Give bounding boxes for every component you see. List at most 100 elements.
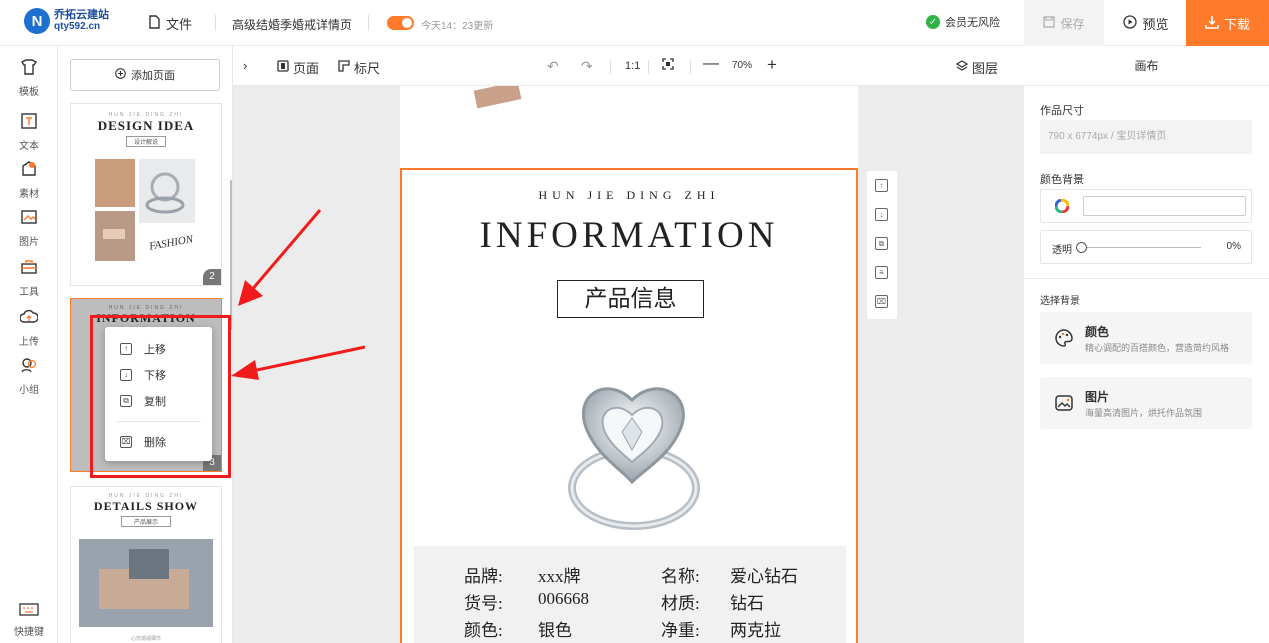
check-icon: ✓ xyxy=(926,15,940,29)
annotation-box xyxy=(90,315,231,478)
card-desc: 海量高清图片，烘托作品氛围 xyxy=(1085,408,1203,418)
thumb-subtitle: 产品展示 xyxy=(121,516,171,527)
template-icon xyxy=(0,58,58,81)
page-thumbnail-4[interactable]: HUN JIE DING ZHI DETAILS SHOW 产品展示 心形婚戒细… xyxy=(70,486,222,643)
rail-label: 小组 xyxy=(19,385,39,396)
bg-color-field[interactable] xyxy=(1040,189,1252,223)
rail-item-group[interactable]: 小组 xyxy=(0,356,58,396)
panel-title: 画布 xyxy=(1024,46,1269,86)
zoom-label: 70% xyxy=(732,60,753,71)
size-field[interactable]: 790 x 6774px / 宝贝详情页 xyxy=(1040,120,1252,154)
bg-color-card[interactable]: 颜色 精心调配的百搭颜色，营造简约风格 xyxy=(1040,312,1252,364)
add-page-button[interactable]: 添加页面 xyxy=(70,59,220,91)
redo-button[interactable]: ↷ xyxy=(581,58,593,75)
logo-name: 乔拓云建站 xyxy=(54,9,109,21)
insert-icon[interactable]: ≡ xyxy=(875,266,888,279)
info-value-sku: 006668 xyxy=(538,589,589,608)
page-side-tools: ↑ ↓ ⧉ ≡ ⌧ xyxy=(867,171,897,319)
autosave-toggle[interactable] xyxy=(387,16,414,30)
rail-label: 工具 xyxy=(19,287,39,298)
canvas-page-3[interactable]: HUN JIE DING ZHI INFORMATION 产品信息 品牌: xx… xyxy=(400,168,858,643)
file-label: 文件 xyxy=(166,17,193,32)
card-title: 图片 xyxy=(1085,390,1110,404)
rail-label: 模板 xyxy=(19,87,39,98)
opacity-slider-handle[interactable] xyxy=(1076,242,1087,253)
move-up-icon[interactable]: ↑ xyxy=(875,179,888,192)
opacity-label: 透明 xyxy=(1052,245,1072,256)
ruler-label: 标尺 xyxy=(354,61,381,76)
undo-button[interactable]: ↶ xyxy=(547,58,559,75)
opacity-slider-track[interactable] xyxy=(1081,247,1201,248)
info-key-brand: 品牌: xyxy=(464,567,503,586)
collapse-panel-button[interactable]: › xyxy=(243,58,247,73)
preview-label: 预览 xyxy=(1142,16,1169,32)
divider xyxy=(690,60,691,74)
canvas-page-2-bottom[interactable] xyxy=(400,81,858,168)
shortcut-label: 快捷键 xyxy=(14,627,44,638)
plus-icon: + xyxy=(767,55,777,74)
update-time: 今天14：23更新 xyxy=(421,21,494,32)
info-key-material: 材质: xyxy=(661,594,700,613)
divider xyxy=(215,15,216,31)
color-input[interactable] xyxy=(1083,196,1246,216)
annotation-arrows xyxy=(231,209,366,380)
rail-item-template[interactable]: 模板 xyxy=(0,58,58,98)
group-icon xyxy=(0,356,58,379)
delete-icon[interactable]: ⌧ xyxy=(875,295,888,308)
move-down-icon[interactable]: ↓ xyxy=(875,208,888,221)
rail-item-image[interactable]: 图片 xyxy=(0,208,58,248)
fit-screen-button[interactable] xyxy=(662,58,674,73)
layers-button[interactable]: 图层 xyxy=(955,58,998,77)
opacity-row: 透明 0% xyxy=(1040,230,1252,264)
save-icon xyxy=(1043,15,1056,31)
page-thumbnail-2[interactable]: HUN JIE DING ZHI DESIGN IDEA 设计解说 FASHIO… xyxy=(70,103,222,286)
add-page-label: 添加页面 xyxy=(131,70,175,82)
info-key-color: 颜色: xyxy=(464,621,503,640)
thumb-caption: 心形婚戒细节 xyxy=(130,636,161,642)
save-button[interactable]: 保存 xyxy=(1024,0,1104,46)
rail-item-text[interactable]: 文本 xyxy=(0,112,58,152)
ruler-icon xyxy=(338,60,350,75)
chevron-right-icon: › xyxy=(243,58,248,73)
file-menu-button[interactable]: 文件 xyxy=(148,14,192,33)
rail-item-upload[interactable]: 上传 xyxy=(0,308,58,348)
thumb-photos xyxy=(95,159,195,261)
text-icon xyxy=(0,112,58,135)
info-key-name: 名称: xyxy=(661,567,700,586)
shortcut-button[interactable]: 快捷键 xyxy=(0,602,58,638)
size-label: 作品尺寸 xyxy=(1040,105,1084,117)
bg-image-card[interactable]: 图片 海量高清图片，烘托作品氛围 xyxy=(1040,377,1252,429)
divider xyxy=(1024,278,1269,279)
info-value-brand: xxx牌 xyxy=(538,567,581,586)
actual-size-button[interactable]: 1:1 xyxy=(625,60,640,72)
thumb-title: DESIGN IDEA xyxy=(97,118,195,133)
page-box-title: 产品信息 xyxy=(557,280,704,318)
preview-button[interactable]: 预览 xyxy=(1106,0,1186,46)
copy-icon[interactable]: ⧉ xyxy=(875,237,888,250)
download-button[interactable]: 下载 xyxy=(1186,0,1269,46)
top-bar: N 乔拓云建站 qty592.cn 文件 高级结婚季婚戒详情页 今天14：23更… xyxy=(0,0,1269,46)
color-wheel-icon[interactable] xyxy=(1054,198,1070,216)
member-safe-badge[interactable]: ✓ 会员无风险 xyxy=(926,14,1000,30)
zoom-in-button[interactable]: + xyxy=(767,55,777,75)
image-icon xyxy=(0,208,58,231)
file-icon xyxy=(148,15,161,32)
page-settings-button[interactable]: 页面 xyxy=(277,58,319,77)
member-safe-label: 会员无风险 xyxy=(945,17,1000,29)
ruler-button[interactable]: 标尺 xyxy=(338,58,380,77)
canvas-toolbar: › 页面 标尺 ↶ ↷ 1:1 — 70% + 图层 xyxy=(233,46,1024,86)
picture-icon xyxy=(1054,393,1074,418)
page-small-title: HUN JIE DING ZHI xyxy=(538,188,720,202)
rail-item-material[interactable]: 素材 xyxy=(0,160,58,200)
thumb-title: DETAILS SHOW xyxy=(93,499,199,513)
tool-rail: 模板 文本 素材 图片 工具 上传 小组 快捷键 xyxy=(0,46,58,643)
zoom-out-button[interactable]: — xyxy=(703,55,719,73)
logo[interactable]: N 乔拓云建站 qty592.cn xyxy=(24,8,109,34)
rail-item-tools[interactable]: 工具 xyxy=(0,258,58,298)
ring-image xyxy=(568,387,700,530)
upload-icon xyxy=(0,308,58,331)
zoom-level[interactable]: 70% xyxy=(732,60,752,71)
page-label: 页面 xyxy=(293,61,320,76)
rail-label: 文本 xyxy=(19,141,39,152)
document-title[interactable]: 高级结婚季婚戒详情页 xyxy=(232,16,352,33)
